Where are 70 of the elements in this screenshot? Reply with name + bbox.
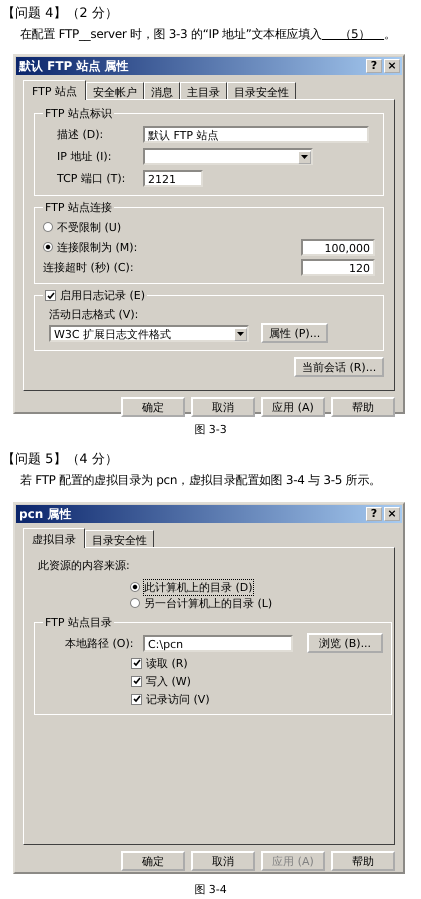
tab[interactable]: 目录安全性 (226, 82, 296, 99)
radio-button[interactable] (43, 242, 53, 252)
field-label: 本地路径 (O): (64, 636, 134, 650)
check-icon (132, 677, 140, 685)
question-heading: 【问题 5】（4 分） (1, 451, 119, 468)
dropdown-field[interactable]: W3C 扩展日志文件格式 (49, 324, 249, 342)
input-field[interactable]: 默认 FTP 站点 (143, 126, 369, 142)
question-heading: 【问题 4】（2 分） (1, 5, 119, 22)
check-icon (132, 659, 140, 667)
question-text: 在配置 FTP__server 时，图 3-3 的“IP 地址”文本框应填入 （5） 。 (20, 26, 397, 43)
checkbox-label: 写入 (W) (146, 674, 191, 688)
dialog-button[interactable]: 确定 (121, 851, 185, 871)
check-icon (46, 292, 54, 300)
radio-button[interactable] (130, 582, 140, 592)
checkbox[interactable] (131, 676, 142, 686)
dropdown-button[interactable] (298, 150, 311, 164)
caret-icon (237, 332, 244, 336)
radio-button[interactable] (130, 598, 140, 608)
radio-button[interactable] (43, 222, 53, 232)
window-title: 默认 FTP 站点 属性 (18, 58, 129, 74)
figure-caption: 图 3-4 (193, 882, 228, 896)
close-button[interactable]: × (384, 59, 400, 73)
checkbox-label: 读取 (R) (146, 656, 188, 670)
check-icon (132, 695, 140, 703)
tab[interactable]: 主目录 (180, 82, 227, 99)
group-title: FTP 站点目录 (44, 615, 113, 630)
tab[interactable]: FTP 站点 (23, 80, 86, 100)
input-field[interactable]: 120 (301, 258, 375, 276)
tab[interactable]: 安全帐户 (86, 82, 144, 99)
checkbox[interactable] (45, 290, 56, 301)
dialog-button[interactable]: 取消 (191, 397, 255, 417)
field-label: 描述 (D): (56, 126, 104, 142)
section-label: 此资源的内容来源: (37, 558, 131, 573)
sessions-button[interactable]: 当前会话 (R)... (294, 357, 384, 377)
tab[interactable]: 虚拟目录 (23, 528, 85, 548)
checkbox-label: 启用日志记录 (E) (60, 288, 146, 303)
input-field[interactable]: 100,000 (301, 238, 375, 256)
tab[interactable]: 目录安全性 (85, 530, 154, 547)
question-text: 若 FTP 配置的虚拟目录为 pcn，虚拟目录配置如图 3-4 与 3-5 所示。 (20, 472, 382, 489)
caret-icon (301, 155, 308, 159)
help-button[interactable]: ? (366, 59, 382, 73)
dialog-button[interactable]: 应用 (A) (261, 397, 325, 417)
help-button[interactable]: ? (366, 507, 382, 521)
field-label: 活动日志格式 (V): (48, 307, 140, 322)
window-title: pcn 属性 (18, 506, 72, 522)
checkbox[interactable] (131, 658, 142, 668)
field-label: IP 地址 (I): (56, 148, 112, 164)
radio-label: 不受限制 (U) (57, 220, 122, 234)
close-button[interactable]: × (384, 507, 400, 521)
field-label: 连接超时 (秒) (C): (43, 260, 134, 274)
dialog-button[interactable]: 取消 (191, 851, 255, 871)
browse-button[interactable]: 浏览 (B)... (307, 633, 383, 653)
group-title: FTP 站点连接 (44, 200, 113, 215)
dialog-button[interactable]: 确定 (121, 397, 185, 417)
dialog-button[interactable]: 帮助 (331, 851, 395, 871)
tab[interactable]: 消息 (144, 82, 180, 99)
input-field[interactable]: C:\pcn (143, 634, 293, 652)
figure-caption: 图 3-3 (193, 422, 228, 436)
radio-label: 另一台计算机上的目录 (L) (144, 596, 272, 610)
group-title: FTP 站点标识 (44, 106, 113, 121)
dropdown-button[interactable] (234, 328, 247, 340)
radio-label: 此计算机上的目录 (D) (144, 580, 253, 594)
radio-label: 连接限制为 (M): (57, 240, 138, 254)
dropdown-field[interactable] (143, 148, 313, 164)
properties-button[interactable]: 属性 (P)... (261, 323, 328, 343)
input-field[interactable]: 2121 (143, 170, 203, 186)
dialog-button[interactable]: 帮助 (331, 397, 395, 417)
field-label: TCP 端口 (T): (56, 170, 126, 186)
checkbox-label: 记录访问 (V) (146, 692, 210, 706)
checkbox[interactable] (131, 694, 142, 704)
